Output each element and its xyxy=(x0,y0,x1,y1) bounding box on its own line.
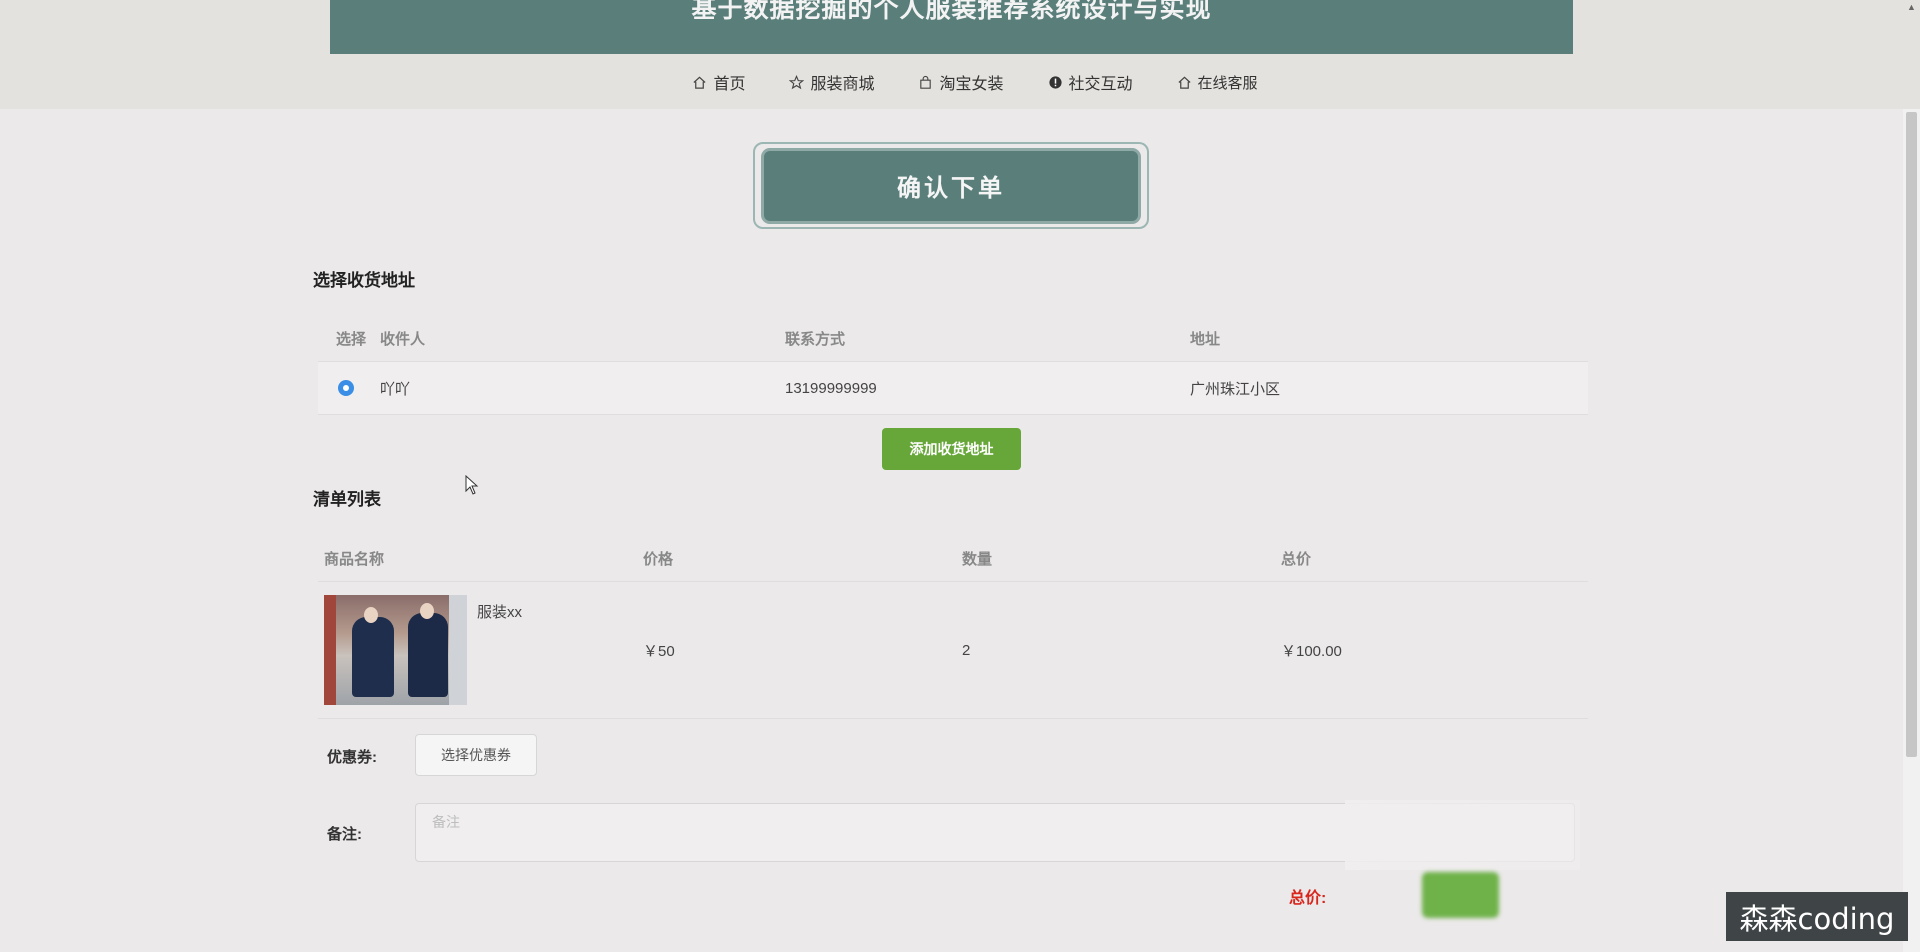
remark-blur-overlay xyxy=(1345,800,1580,870)
nav-item-mall[interactable]: 服装商城 xyxy=(789,70,874,94)
product-price: ￥50 xyxy=(643,642,675,660)
product-quantity: 2 xyxy=(962,641,971,659)
remark-label: 备注: xyxy=(327,826,362,843)
col-price: 价格 xyxy=(643,551,674,568)
nav-item-service[interactable]: 在线客服 xyxy=(1177,72,1258,93)
main-nav: 首页 服装商城 淘宝女装 社交互动 在线客服 xyxy=(0,66,1920,98)
recipient-address: 广州珠江小区 xyxy=(1190,380,1281,398)
info-icon xyxy=(1048,75,1062,89)
recipient-name: 吖吖 xyxy=(380,380,411,398)
col-select: 选择 xyxy=(336,331,367,348)
table-row[interactable]: 吖吖 13199999999 广州珠江小区 xyxy=(318,362,1588,415)
address-radio[interactable] xyxy=(338,380,354,396)
nav-item-social[interactable]: 社交互动 xyxy=(1048,70,1133,94)
nav-label: 社交互动 xyxy=(1068,76,1133,93)
product-cell: 服装xx xyxy=(324,595,643,705)
nav-item-home[interactable]: 首页 xyxy=(692,70,745,94)
coupon-label: 优惠券: xyxy=(327,749,377,766)
order-title-frame: 确认下单 xyxy=(753,142,1149,229)
product-total: ￥100.00 xyxy=(1281,642,1342,660)
submit-order-button[interactable] xyxy=(1422,872,1499,918)
nav-item-taobao[interactable]: 淘宝女装 xyxy=(918,70,1004,94)
col-quantity: 数量 xyxy=(962,551,993,568)
home-icon xyxy=(1177,76,1191,89)
col-total: 总价 xyxy=(1281,551,1312,568)
address-table: 选择 收件人 联系方式 地址 吖吖 13199999999 广州珠江小区 xyxy=(318,316,1588,415)
table-header: 商品名称 价格 数量 总价 xyxy=(318,536,1588,582)
total-price-label: 总价: xyxy=(1289,890,1327,907)
nav-label: 首页 xyxy=(713,76,746,93)
table-row: 服装xx ￥50 2 ￥100.00 xyxy=(318,582,1588,719)
col-product-name: 商品名称 xyxy=(324,551,385,568)
scrollbar-thumb[interactable] xyxy=(1906,112,1917,757)
col-recipient: 收件人 xyxy=(380,331,426,348)
address-section-title: 选择收货地址 xyxy=(313,271,415,290)
star-icon xyxy=(789,74,805,89)
page-title: 确认下单 xyxy=(761,147,1141,224)
total-price-value-blurred xyxy=(1343,884,1347,902)
col-address: 地址 xyxy=(1190,331,1221,348)
table-header: 选择 收件人 联系方式 地址 xyxy=(318,316,1588,362)
mouse-cursor-icon xyxy=(465,475,479,495)
nav-label: 服装商城 xyxy=(810,76,875,93)
col-phone: 联系方式 xyxy=(785,331,846,348)
items-section-title: 清单列表 xyxy=(313,490,381,509)
select-coupon-button[interactable]: 选择优惠券 xyxy=(415,734,537,776)
site-title: 基于数据挖掘的个人服装推荐系统设计与实现 xyxy=(330,0,1573,54)
scroll-up-arrow-icon[interactable]: ▲ xyxy=(1904,0,1919,14)
recipient-phone: 13199999999 xyxy=(785,379,877,397)
bag-icon xyxy=(920,75,932,89)
product-image[interactable] xyxy=(324,595,467,705)
add-address-button[interactable]: 添加收货地址 xyxy=(882,428,1021,470)
nav-label: 在线客服 xyxy=(1197,74,1258,92)
items-table: 商品名称 价格 数量 总价 服装xx ￥50 2 ￥100.00 xyxy=(318,536,1588,719)
home-icon xyxy=(693,76,706,89)
watermark: 森森coding xyxy=(1726,892,1908,941)
nav-label: 淘宝女装 xyxy=(939,76,1004,93)
product-name: 服装xx xyxy=(477,604,523,621)
